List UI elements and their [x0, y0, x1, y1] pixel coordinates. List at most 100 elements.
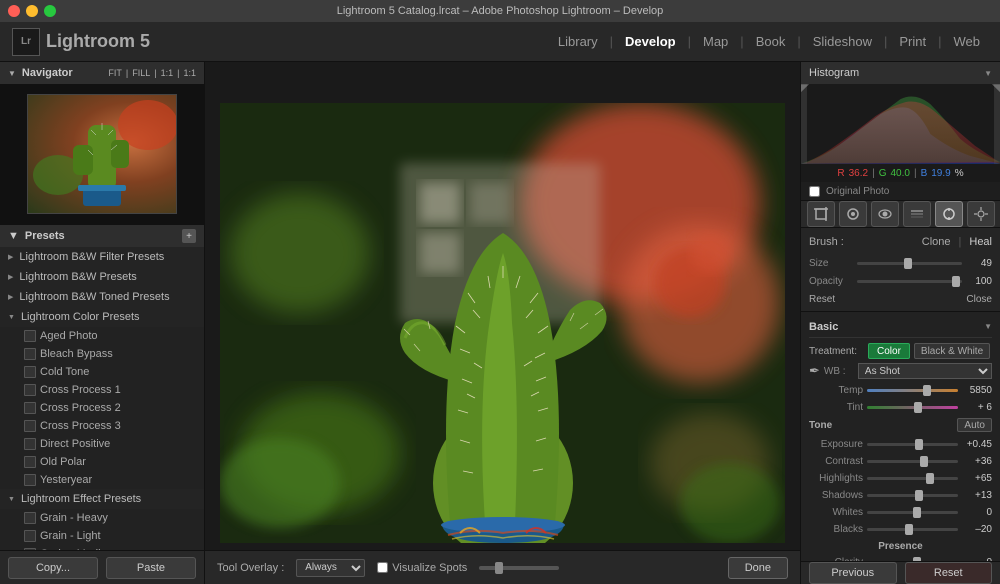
- exposure-slider[interactable]: [867, 443, 958, 446]
- done-button[interactable]: Done: [728, 557, 788, 579]
- graduated-filter-btn[interactable]: [903, 201, 931, 227]
- adjustment-brush-btn[interactable]: [935, 201, 963, 227]
- tint-row: Tint + 6: [809, 399, 992, 415]
- preset-icon: [24, 438, 36, 450]
- paste-button[interactable]: Paste: [106, 557, 196, 579]
- nav-print[interactable]: Print: [891, 30, 934, 53]
- presets-section: ▼ Presets + ▶ Lightroom B&W Filter Prese…: [0, 225, 204, 550]
- nav-map[interactable]: Map: [695, 30, 736, 53]
- preset-group-effects-header[interactable]: ▼ Lightroom Effect Presets: [0, 489, 204, 509]
- highlights-row: Highlights +65: [809, 470, 992, 486]
- original-photo-checkbox[interactable]: [809, 186, 820, 197]
- color-treatment-btn[interactable]: Color: [868, 343, 910, 359]
- exposure-label: Exposure: [809, 439, 863, 450]
- wb-select[interactable]: As Shot Auto Daylight Cloudy Custom: [858, 363, 992, 379]
- basic-collapse-icon[interactable]: ▼: [984, 322, 992, 331]
- navigator-collapse-icon: ▼: [8, 69, 16, 78]
- preset-cross-process-2[interactable]: Cross Process 2: [0, 399, 204, 417]
- eyedropper-icon[interactable]: ✒: [809, 363, 820, 379]
- reset-button[interactable]: Reset: [905, 562, 993, 584]
- top-navigation: Lr Lightroom 5 Library | Develop | Map |…: [0, 22, 1000, 62]
- brush-reset-btn[interactable]: Reset: [809, 294, 835, 305]
- wb-label: WB :: [824, 366, 854, 377]
- tint-slider[interactable]: [867, 406, 958, 409]
- overlay-select[interactable]: Always Never Selected: [296, 559, 365, 577]
- redeye-btn[interactable]: [871, 201, 899, 227]
- previous-button[interactable]: Previous: [809, 562, 897, 584]
- brush-heal-btn[interactable]: Heal: [969, 236, 992, 248]
- preset-group-bwfilter-header[interactable]: ▶ Lightroom B&W Filter Presets: [0, 247, 204, 267]
- brush-clone-btn[interactable]: Clone: [922, 236, 951, 248]
- brush-close-btn[interactable]: Close: [966, 294, 992, 305]
- shadows-label: Shadows: [809, 490, 863, 501]
- navigator-fit-options: FIT | FILL | 1:1 | 1:1: [108, 68, 196, 78]
- preset-cross-process-1[interactable]: Cross Process 1: [0, 381, 204, 399]
- visualize-spots-input[interactable]: [377, 562, 388, 573]
- preset-group-bwtoned-header[interactable]: ▶ Lightroom B&W Toned Presets: [0, 287, 204, 307]
- preset-direct-positive[interactable]: Direct Positive: [0, 435, 204, 453]
- nav-library[interactable]: Library: [550, 30, 606, 53]
- contrast-slider[interactable]: [867, 460, 958, 463]
- histogram-header[interactable]: Histogram ▼: [801, 62, 1000, 84]
- bw-treatment-btn[interactable]: Black & White: [914, 343, 990, 359]
- brush-opacity-label: Opacity: [809, 276, 853, 287]
- preset-cold-tone[interactable]: Cold Tone: [0, 363, 204, 381]
- histogram-collapse-icon: ▼: [984, 69, 992, 78]
- blacks-label: Blacks: [809, 524, 863, 535]
- visualize-spots-checkbox[interactable]: Visualize Spots: [377, 562, 467, 574]
- copy-button[interactable]: Copy...: [8, 557, 98, 579]
- preset-icon: [24, 474, 36, 486]
- shadows-slider[interactable]: [867, 494, 958, 497]
- presets-add-btn[interactable]: +: [182, 229, 196, 243]
- highlights-slider[interactable]: [867, 477, 958, 480]
- blacks-slider[interactable]: [867, 528, 958, 531]
- preset-aged-photo[interactable]: Aged Photo: [0, 327, 204, 345]
- spot-removal-btn[interactable]: [839, 201, 867, 227]
- brush-label: Brush :: [809, 236, 918, 248]
- temp-value: 5850: [962, 385, 992, 396]
- histogram-r-label: R: [837, 168, 844, 179]
- preset-old-polar[interactable]: Old Polar: [0, 453, 204, 471]
- nav-develop[interactable]: Develop: [617, 30, 684, 53]
- blacks-value: –20: [962, 524, 992, 535]
- preset-yesteryear[interactable]: Yesteryear: [0, 471, 204, 489]
- nav-slideshow[interactable]: Slideshow: [805, 30, 880, 53]
- brush-row: Brush : Clone | Heal: [809, 232, 992, 252]
- brush-opacity-slider[interactable]: [857, 280, 962, 283]
- maximize-button[interactable]: [44, 5, 56, 17]
- preset-group-color-header[interactable]: ▼ Lightroom Color Presets: [0, 307, 204, 327]
- fit-option-fit[interactable]: FIT: [108, 68, 122, 78]
- visualize-spots-label: Visualize Spots: [392, 562, 467, 574]
- photo-container: [220, 103, 785, 543]
- minimize-button[interactable]: [26, 5, 38, 17]
- fit-option-1to1[interactable]: 1:1: [161, 68, 174, 78]
- navigator-header[interactable]: ▼ Navigator FIT | FILL | 1:1 | 1:1: [0, 62, 204, 84]
- crop-tool-btn[interactable]: [807, 201, 835, 227]
- settings-btn[interactable]: [967, 201, 995, 227]
- nav-book[interactable]: Book: [748, 30, 794, 53]
- fit-option-custom[interactable]: 1:1: [183, 68, 196, 78]
- presets-collapse-icon: ▼: [8, 230, 19, 242]
- brush-size-row: Size 49: [809, 254, 992, 272]
- brush-size-slider[interactable]: [857, 262, 962, 265]
- preset-grain-heavy[interactable]: Grain - Heavy: [0, 509, 204, 527]
- tone-auto-btn[interactable]: Auto: [957, 418, 992, 432]
- preset-group-effects-name: Lightroom Effect Presets: [21, 493, 141, 505]
- lr-icon: Lr: [12, 28, 40, 56]
- whites-slider[interactable]: [867, 511, 958, 514]
- preset-icon: [24, 512, 36, 524]
- close-button[interactable]: [8, 5, 20, 17]
- temp-slider[interactable]: [867, 389, 958, 392]
- main-area: ▼ Navigator FIT | FILL | 1:1 | 1:1: [0, 62, 1000, 584]
- presets-header[interactable]: ▼ Presets +: [0, 225, 204, 247]
- nav-web[interactable]: Web: [946, 30, 989, 53]
- tint-label: Tint: [809, 402, 863, 413]
- histogram-section: Histogram ▼: [801, 62, 1000, 201]
- histogram-label: Histogram: [809, 67, 859, 79]
- preset-bleach-bypass[interactable]: Bleach Bypass: [0, 345, 204, 363]
- visualize-spots-slider[interactable]: [479, 566, 559, 570]
- preset-group-bw-header[interactable]: ▶ Lightroom B&W Presets: [0, 267, 204, 287]
- preset-grain-light[interactable]: Grain - Light: [0, 527, 204, 545]
- preset-cross-process-3[interactable]: Cross Process 3: [0, 417, 204, 435]
- fit-option-fill[interactable]: FILL: [132, 68, 150, 78]
